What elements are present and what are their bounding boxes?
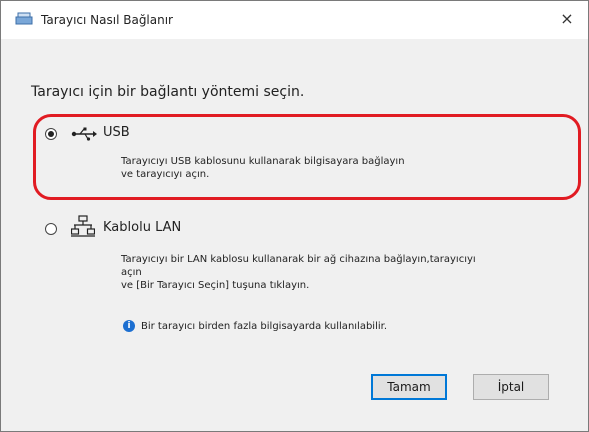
info-icon: i [123,320,135,332]
usb-option-label[interactable]: USB [103,125,130,140]
title-bar: Tarayıcı Nasıl Bağlanır × [1,1,588,39]
ok-button[interactable]: Tamam [371,374,447,400]
lan-option-label[interactable]: Kablolu LAN [103,220,181,235]
lan-description-line-3: ve [Bir Tarayıcı Seçin] tuşuna tıklayın. [121,280,310,291]
lan-description-line-2: açın [121,267,142,278]
window-title: Tarayıcı Nasıl Bağlanır [41,13,173,27]
cancel-button[interactable]: İptal [473,374,549,400]
scanner-app-icon [15,12,33,25]
usb-description-line-2: ve tarayıcıyı açın. [121,169,210,180]
dialog-content: Tarayıcı için bir bağlantı yöntemi seçin… [1,39,588,431]
usb-radio[interactable] [45,128,57,140]
usb-icon [71,127,97,141]
dialog-window: Tarayıcı Nasıl Bağlanır × Tarayıcı için … [0,0,589,432]
lan-description-line-1: Tarayıcıyı bir LAN kablosu kullanarak bi… [121,254,476,265]
usb-description-line-1: Tarayıcıyı USB kablosunu kullanarak bilg… [121,156,405,167]
lan-radio[interactable] [45,223,57,235]
close-button[interactable]: × [556,8,578,30]
lan-icon [71,215,95,237]
lan-info-text: Bir tarayıcı birden fazla bilgisayarda k… [141,321,388,332]
instruction-text: Tarayıcı için bir bağlantı yöntemi seçin… [31,84,305,100]
